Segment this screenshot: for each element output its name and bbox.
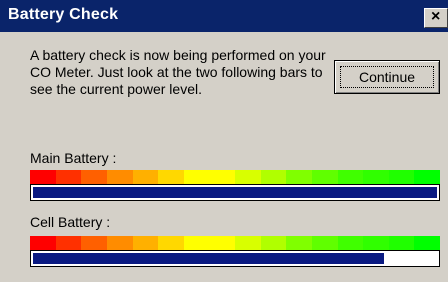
scale-segment xyxy=(209,236,235,250)
scale-segment xyxy=(132,170,159,184)
scale-segment xyxy=(132,236,159,250)
scale-segment xyxy=(30,170,56,184)
scale-segment xyxy=(81,170,107,184)
scale-segment xyxy=(158,236,184,250)
scale-segment xyxy=(286,170,312,184)
scale-segment xyxy=(55,236,82,250)
instruction-text: A battery check is now being performed o… xyxy=(30,47,326,97)
scale-segment xyxy=(183,236,210,250)
scale-segment xyxy=(81,236,107,250)
scale-segment xyxy=(311,236,338,250)
main-battery-bar xyxy=(30,184,440,201)
scale-segment xyxy=(106,170,133,184)
scale-segment xyxy=(337,170,364,184)
cell-battery-color-scale xyxy=(30,236,440,250)
scale-segment xyxy=(286,236,312,250)
close-button[interactable]: × xyxy=(424,8,448,28)
scale-segment xyxy=(388,236,415,250)
cell-battery-level-fill xyxy=(33,253,384,264)
scale-segment xyxy=(183,170,210,184)
scale-segment xyxy=(235,170,261,184)
scale-segment xyxy=(235,236,261,250)
dialog-title: Battery Check xyxy=(8,6,119,23)
scale-segment xyxy=(260,170,287,184)
continue-button-label: Continue xyxy=(358,69,416,85)
main-battery-level-fill xyxy=(33,187,437,198)
close-icon: × xyxy=(431,8,441,25)
battery-check-dialog: Battery Check × A battery check is now b… xyxy=(0,0,448,282)
scale-segment xyxy=(337,236,364,250)
main-battery-label: Main Battery : xyxy=(30,150,117,166)
main-battery-color-scale xyxy=(30,170,440,184)
scale-segment xyxy=(388,170,415,184)
scale-segment xyxy=(363,170,389,184)
cell-battery-bar xyxy=(30,250,440,267)
scale-segment xyxy=(260,236,287,250)
scale-segment xyxy=(414,170,440,184)
cell-battery-label: Cell Battery : xyxy=(30,214,111,230)
continue-button[interactable]: Continue xyxy=(334,60,440,94)
scale-segment xyxy=(414,236,440,250)
scale-segment xyxy=(106,236,133,250)
scale-segment xyxy=(158,170,184,184)
scale-segment xyxy=(55,170,82,184)
scale-segment xyxy=(30,236,56,250)
title-bar[interactable]: Battery Check × xyxy=(0,0,448,32)
scale-segment xyxy=(311,170,338,184)
scale-segment xyxy=(363,236,389,250)
scale-segment xyxy=(209,170,235,184)
